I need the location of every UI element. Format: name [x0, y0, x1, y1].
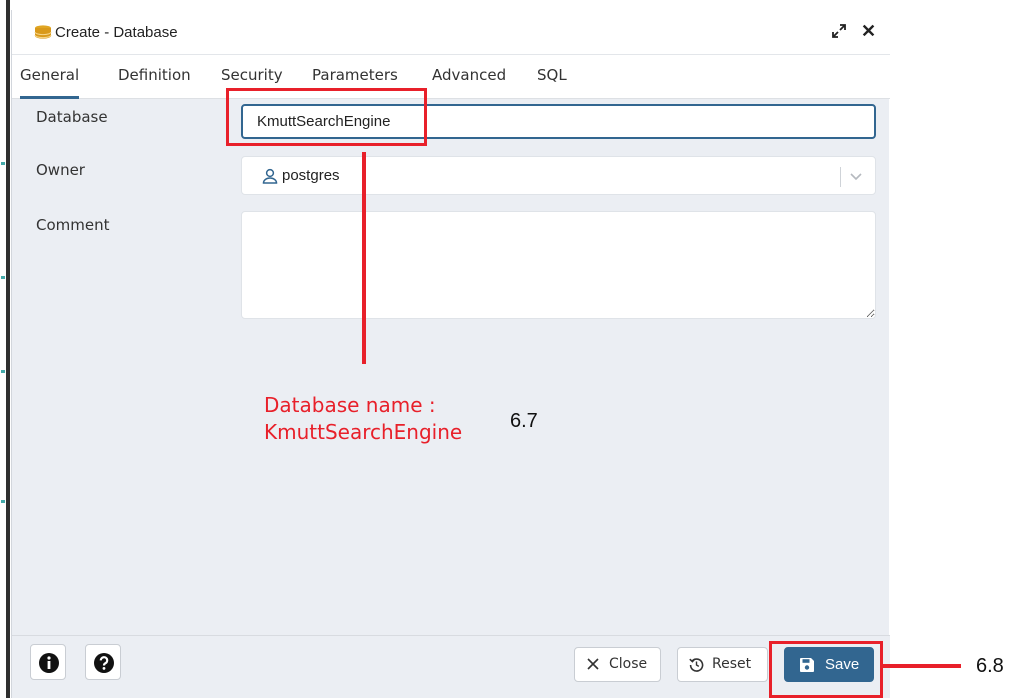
reset-button[interactable]: Reset	[677, 647, 768, 682]
database-input-highlight	[226, 88, 427, 146]
dialog-title: Create - Database	[55, 24, 178, 41]
tab-definition[interactable]: Definition	[118, 55, 191, 99]
database-icon	[34, 25, 52, 44]
save-connector-line	[883, 664, 961, 668]
dialog-footer: Close Reset Save	[12, 635, 890, 698]
dialog-titlebar: Create - Database ✕	[12, 10, 890, 55]
step-label-6-7: 6.7	[510, 410, 538, 432]
close-x-icon	[586, 657, 600, 675]
edge-marker	[1, 162, 5, 165]
close-button-label: Close	[609, 656, 648, 672]
owner-select[interactable]: postgres	[241, 156, 876, 195]
database-label: Database	[36, 108, 108, 126]
expand-icon[interactable]	[832, 24, 846, 41]
tab-general[interactable]: General	[20, 55, 80, 99]
create-database-dialog: Create - Database ✕ General Definition S…	[11, 10, 890, 698]
tab-sql[interactable]: SQL	[537, 55, 567, 99]
step-label-6-8: 6.8	[976, 655, 1004, 677]
annotation-note: Database name : KmuttSearchEngine	[264, 392, 462, 446]
comment-label: Comment	[36, 216, 110, 234]
owner-label: Owner	[36, 161, 85, 179]
edge-marker	[1, 370, 5, 373]
tab-advanced[interactable]: Advanced	[432, 55, 506, 99]
edge-marker	[1, 500, 5, 503]
annotation-note-line1: Database name :	[264, 393, 436, 417]
close-icon[interactable]: ✕	[861, 21, 876, 42]
chevron-down-icon[interactable]	[848, 169, 864, 188]
comment-textarea[interactable]	[241, 211, 876, 319]
tab-bar: General Definition Security Parameters A…	[12, 55, 890, 99]
save-button-highlight	[769, 641, 883, 698]
info-button[interactable]	[30, 644, 66, 680]
page-edge-bar	[6, 0, 10, 698]
help-icon	[94, 653, 114, 673]
select-separator	[840, 167, 841, 187]
close-button[interactable]: Close	[574, 647, 661, 682]
owner-value: postgres	[282, 167, 340, 184]
info-icon	[39, 653, 59, 673]
annotation-note-line2: KmuttSearchEngine	[264, 420, 463, 444]
reset-icon	[689, 657, 704, 676]
help-button[interactable]	[85, 644, 121, 680]
reset-button-label: Reset	[712, 656, 752, 672]
page-edge	[0, 0, 11, 698]
edge-marker	[1, 276, 5, 279]
annotation-connector-line	[362, 152, 366, 364]
user-icon	[262, 168, 278, 189]
